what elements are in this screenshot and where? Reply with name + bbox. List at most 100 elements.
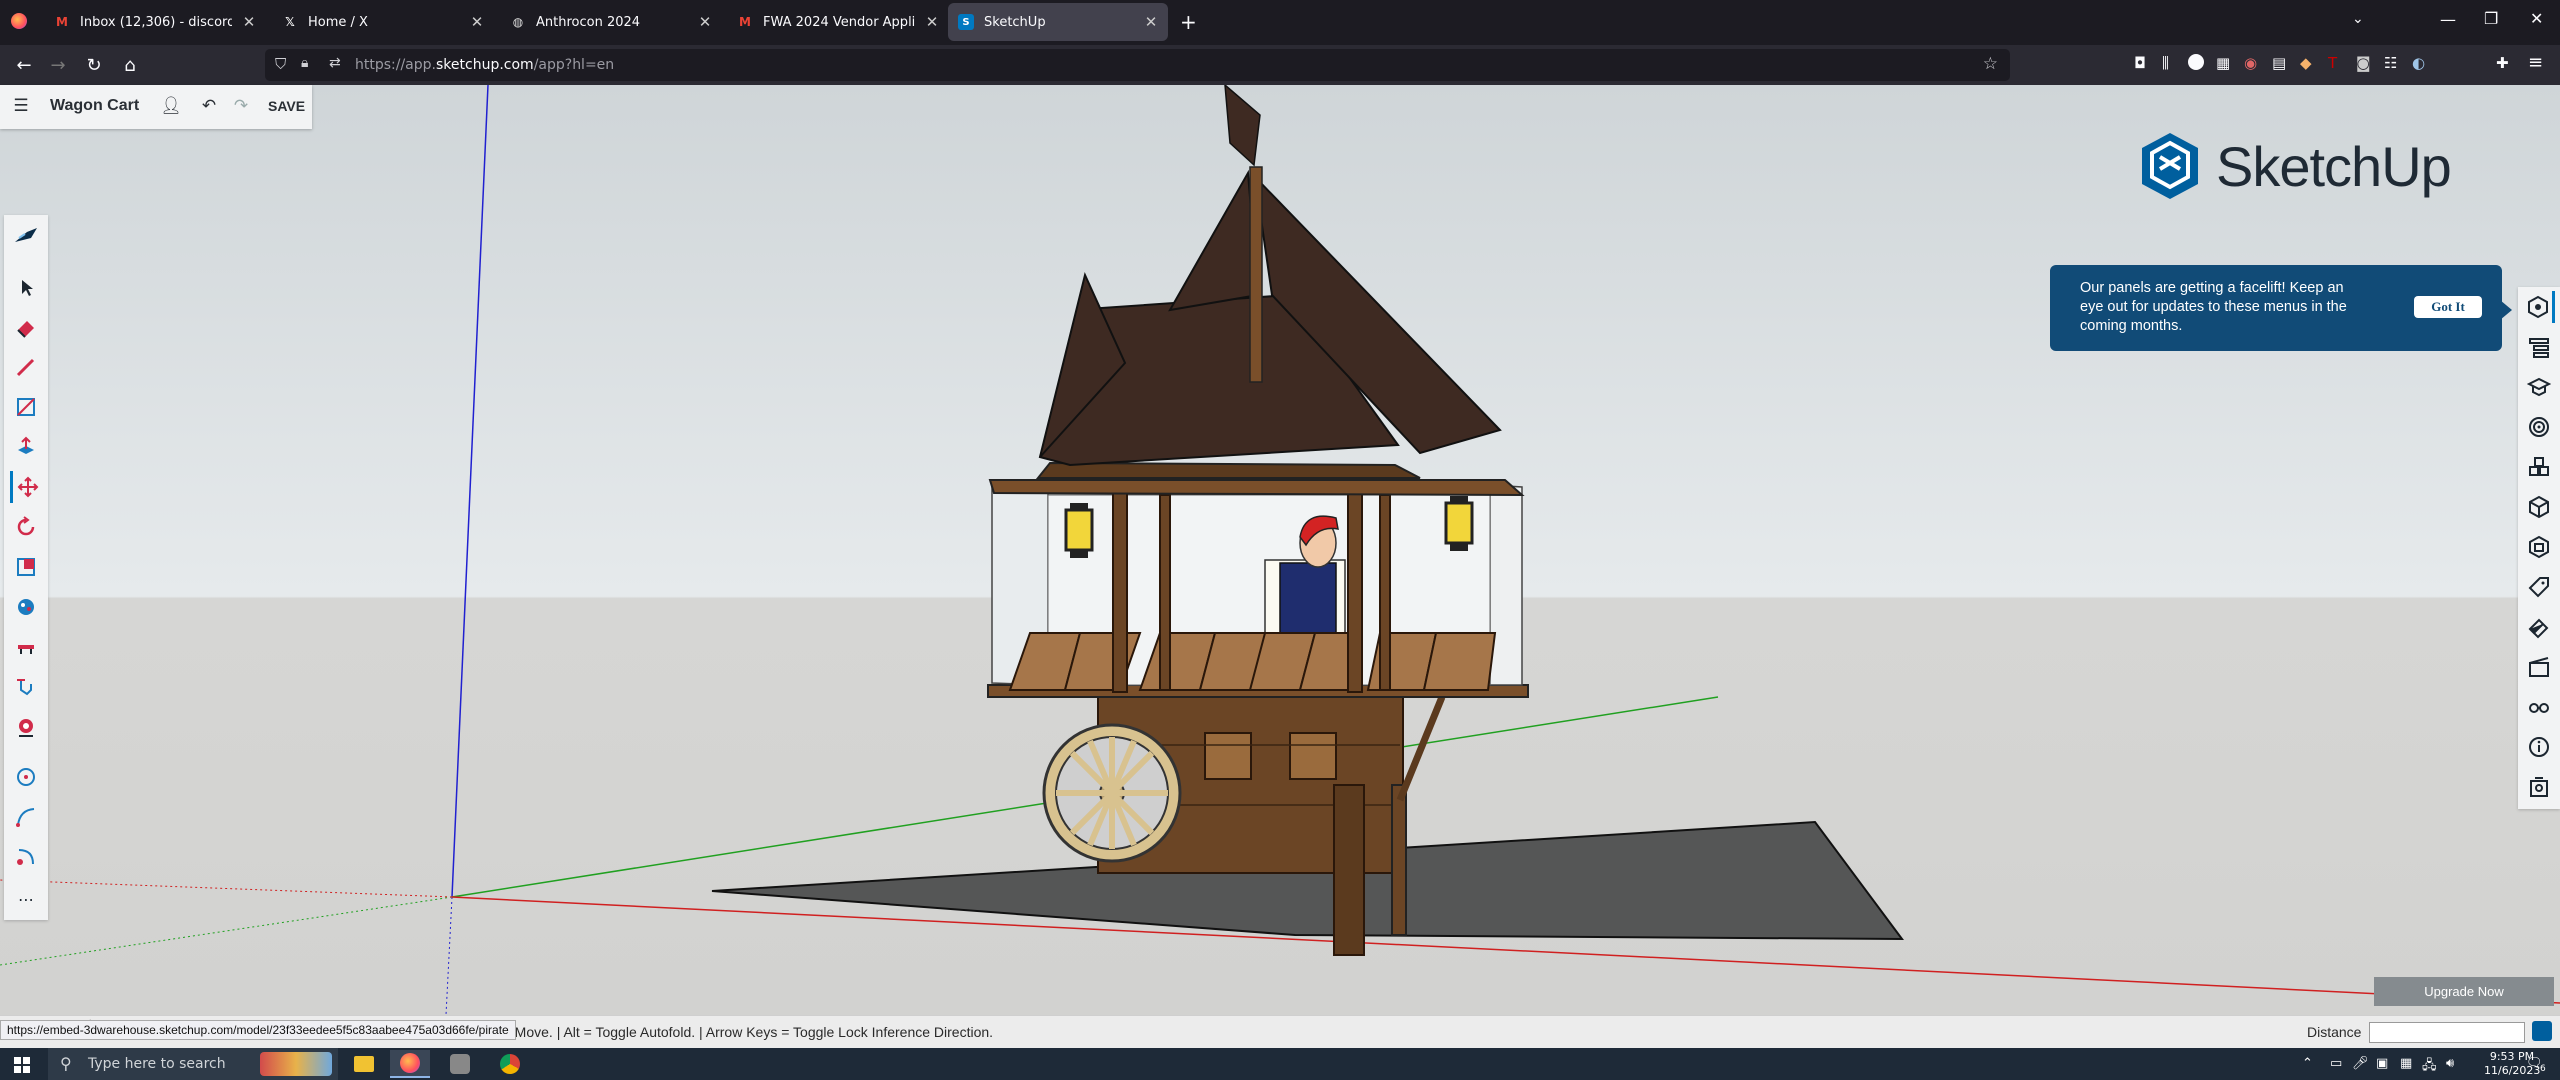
- eraser-panel-icon[interactable]: [2523, 611, 2555, 643]
- firefox-taskbar-icon[interactable]: [390, 1050, 430, 1078]
- new-tab-button[interactable]: +: [1180, 10, 1197, 34]
- tab-sketchup[interactable]: S SketchUp ✕: [948, 3, 1168, 41]
- rectangle-icon[interactable]: [10, 391, 42, 423]
- sketchup-status-icon: [2532, 1021, 2552, 1041]
- tab-x-home[interactable]: 𝕏 Home / X ✕: [272, 3, 494, 41]
- circle-icon[interactable]: [10, 761, 42, 793]
- 3d-viewport[interactable]: [0, 85, 2560, 1015]
- line-icon[interactable]: [10, 351, 42, 383]
- pocket-icon[interactable]: ◘: [2134, 54, 2146, 72]
- model-title[interactable]: Wagon Cart: [50, 97, 139, 115]
- list-all-tabs-icon[interactable]: ⌄: [2352, 11, 2364, 27]
- arc-icon[interactable]: [10, 801, 42, 833]
- extension-icon[interactable]: ◆: [2300, 54, 2312, 72]
- firefox-menu-icon[interactable]: [11, 13, 27, 29]
- app-menu-icon[interactable]: ≡: [2528, 52, 2543, 73]
- chrome-taskbar-icon[interactable]: [490, 1050, 530, 1078]
- url-bar[interactable]: ⛉ 🔒︎ ⇄ https://app.sketchup.com/app?hl=e…: [265, 49, 2010, 81]
- tab-anthrocon[interactable]: ◍ Anthrocon 2024 ✕: [500, 3, 722, 41]
- materials-icon[interactable]: [2523, 411, 2555, 443]
- tray-overflow-icon[interactable]: ⌃: [2302, 1056, 2313, 1071]
- solid-inspector-icon[interactable]: [2523, 771, 2555, 803]
- account-icon[interactable]: [2188, 54, 2204, 70]
- extension-icon[interactable]: ◐: [2412, 54, 2425, 72]
- orbit-icon[interactable]: [10, 671, 42, 703]
- rotate-icon[interactable]: [10, 511, 42, 543]
- extensions-puzzle-icon[interactable]: ✚: [2496, 54, 2509, 72]
- outliner-icon[interactable]: [2523, 331, 2555, 363]
- network-icon[interactable]: 🖧︎: [2422, 1056, 2437, 1078]
- close-icon[interactable]: ✕: [698, 13, 712, 31]
- home-icon[interactable]: ⌂: [116, 51, 144, 79]
- globe-icon: ◍: [512, 15, 524, 29]
- library-icon[interactable]: ⫼: [2162, 54, 2169, 72]
- forward-icon[interactable]: →: [44, 51, 72, 79]
- close-icon[interactable]: ✕: [925, 13, 939, 31]
- position-camera-icon[interactable]: [10, 711, 42, 743]
- microphone-icon[interactable]: 🎤︎: [2352, 1056, 2369, 1071]
- extension-icon[interactable]: ▤: [2272, 54, 2286, 72]
- meet-now-icon[interactable]: ▭: [2330, 1056, 2342, 1071]
- close-icon[interactable]: ✕: [242, 13, 256, 31]
- distance-input[interactable]: [2369, 1022, 2525, 1043]
- scale-icon[interactable]: [10, 551, 42, 583]
- entity-info-icon[interactable]: [2523, 291, 2555, 323]
- paint-bucket-icon[interactable]: [10, 591, 42, 623]
- tab-label: FWA 2024 Vendor Application Form: [763, 14, 915, 30]
- redo-icon[interactable]: ↷: [230, 95, 252, 117]
- logo-wordmark: SketchUp: [2216, 134, 2452, 198]
- extension-icon[interactable]: T: [2328, 54, 2337, 72]
- display-icon[interactable]: [2523, 691, 2555, 723]
- url-prefix: https://app.: [355, 57, 436, 73]
- file-explorer-icon[interactable]: [344, 1050, 384, 1078]
- restore-icon[interactable]: ❐: [2484, 9, 2498, 28]
- extension-icon[interactable]: ▦: [2216, 54, 2230, 72]
- 3d-warehouse-icon[interactable]: [2523, 531, 2555, 563]
- extension-icon[interactable]: ☷: [2384, 54, 2397, 72]
- tab-gmail-inbox[interactable]: M Inbox (12,306) - discordiandreamer@gma…: [44, 3, 266, 41]
- roof-base: [1035, 461, 1421, 479]
- got-it-button[interactable]: Got It: [2414, 296, 2482, 318]
- scenes-icon[interactable]: [2523, 651, 2555, 683]
- info-icon[interactable]: [2523, 731, 2555, 763]
- undo-icon[interactable]: ↶: [198, 95, 220, 117]
- close-window-icon[interactable]: ✕: [2530, 9, 2543, 28]
- tab-fwa-vendor[interactable]: M FWA 2024 Vendor Application Form ✕: [727, 3, 949, 41]
- follow-me-icon[interactable]: [10, 841, 42, 873]
- model-canvas[interactable]: [0, 85, 2560, 1015]
- move-icon[interactable]: [10, 471, 42, 503]
- extension-icon[interactable]: ◙: [2356, 54, 2371, 72]
- reload-icon[interactable]: ↻: [80, 51, 108, 79]
- network-icon[interactable]: ▦: [2400, 1056, 2412, 1071]
- windows-start-icon[interactable]: [14, 1057, 30, 1073]
- lock-icon[interactable]: 🔒︎: [301, 55, 308, 71]
- back-icon[interactable]: ←: [10, 51, 38, 79]
- x-icon: 𝕏: [285, 15, 295, 29]
- tags-icon[interactable]: [2523, 571, 2555, 603]
- taskbar-search[interactable]: ⚲ Type here to search: [48, 1048, 338, 1080]
- minimize-icon[interactable]: —: [2440, 10, 2456, 29]
- components-icon[interactable]: [2523, 451, 2555, 483]
- push-pull-icon[interactable]: [10, 431, 42, 463]
- select-icon[interactable]: [10, 271, 42, 303]
- close-icon[interactable]: ✕: [1144, 13, 1158, 31]
- styles-icon[interactable]: [2523, 491, 2555, 523]
- lantern-right: [1444, 496, 1474, 551]
- shield-icon[interactable]: ⛉: [275, 55, 286, 73]
- share-user-icon[interactable]: 👤︎: [160, 95, 182, 117]
- eraser-icon[interactable]: [10, 311, 42, 343]
- extension-badge-icon[interactable]: ◉: [2244, 54, 2257, 72]
- close-icon[interactable]: ✕: [470, 13, 484, 31]
- more-icon[interactable]: ⋯: [10, 883, 42, 915]
- upgrade-now-button[interactable]: Upgrade Now: [2374, 977, 2554, 1006]
- search-icon[interactable]: [10, 219, 42, 251]
- display-tray-icon[interactable]: ▣: [2376, 1056, 2388, 1071]
- bookmark-star-icon[interactable]: ☆: [1983, 54, 1998, 74]
- save-button[interactable]: SAVE: [268, 98, 305, 114]
- instructor-icon[interactable]: [2523, 371, 2555, 403]
- app-taskbar-icon[interactable]: [440, 1050, 480, 1078]
- permissions-icon[interactable]: ⇄: [329, 55, 341, 71]
- tape-measure-icon[interactable]: [10, 631, 42, 663]
- volume-icon[interactable]: 🔊︎: [2446, 1056, 2454, 1071]
- hamburger-menu-icon[interactable]: ☰: [10, 95, 32, 117]
